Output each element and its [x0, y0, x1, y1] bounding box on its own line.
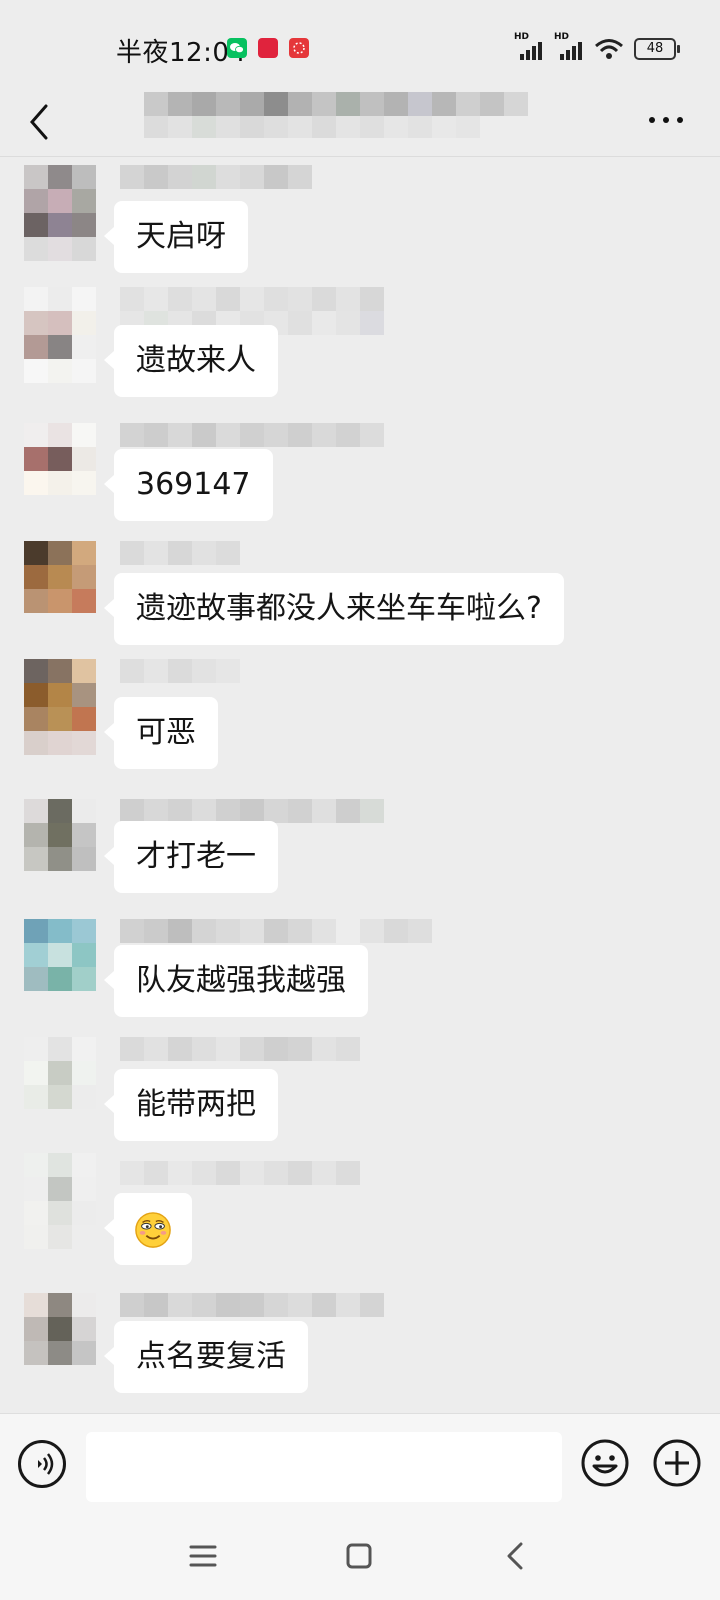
message-bubble[interactable]: 可恶 [104, 697, 218, 769]
avatar[interactable] [24, 541, 96, 637]
battery-icon: 48 [634, 38, 680, 60]
system-navigation-bar [0, 1513, 720, 1600]
message-list[interactable]: 天启呀 遗故来人 369147 遗迹故事都没人来坐车车啦么? 可恶 才打老一 队… [0, 157, 720, 1413]
sender-name-redacted [120, 1037, 360, 1061]
message-text: 369147 [136, 467, 251, 502]
message-bubble[interactable]: 队友越强我越强 [104, 945, 368, 1017]
sender-name-redacted [120, 799, 384, 823]
battery-level: 48 [646, 41, 664, 56]
message-text: 天启呀 [136, 219, 226, 254]
message-text: 遗故来人 [136, 343, 256, 378]
sender-name-redacted [120, 541, 240, 565]
sender-name-redacted [120, 1293, 384, 1317]
app-notification-icon [289, 38, 309, 58]
chat-header [0, 92, 720, 157]
avatar[interactable] [24, 287, 96, 383]
avatar[interactable] [24, 423, 96, 519]
avatar[interactable] [24, 1037, 96, 1133]
message-text: 遗迹故事都没人来坐车车啦么? [136, 591, 542, 626]
message-text: 可恶 [136, 715, 196, 750]
chat-input-bar [0, 1413, 720, 1514]
avatar[interactable] [24, 659, 96, 755]
message-text: 能带两把 [136, 1087, 256, 1122]
message-text: 点名要复活 [136, 1339, 286, 1374]
message-bubble[interactable]: 天启呀 [104, 201, 248, 273]
app-notification-icon [258, 38, 278, 58]
signal-icon: HD [514, 32, 544, 60]
network-type-label: HD [554, 32, 570, 42]
message-bubble[interactable]: 才打老一 [104, 821, 278, 893]
sender-name-redacted [120, 287, 384, 311]
status-bar: 半夜12:04 HD HD 48 [0, 0, 720, 92]
network-type-label: HD [514, 32, 530, 42]
avatar[interactable] [24, 1153, 96, 1249]
message-bubble[interactable]: 点名要复活 [104, 1321, 308, 1393]
sender-name-redacted [120, 423, 384, 447]
wechat-notification-icon [227, 38, 247, 58]
message-text: 队友越强我越强 [136, 963, 346, 998]
voice-icon[interactable] [18, 1440, 66, 1488]
chat-title-redacted [144, 92, 554, 138]
more-horizontal-icon[interactable] [646, 110, 686, 130]
message-bubble[interactable]: 遗迹故事都没人来坐车车啦么? [104, 573, 564, 645]
back-icon[interactable] [504, 1541, 526, 1571]
message-bubble[interactable]: 369147 [104, 449, 273, 521]
sender-name-redacted [120, 919, 432, 943]
signal-icon: HD [554, 32, 584, 60]
message-text: 才打老一 [136, 839, 256, 874]
sender-name-redacted [120, 165, 312, 189]
message-input[interactable] [86, 1432, 562, 1502]
avatar[interactable] [24, 1293, 96, 1389]
avatar[interactable] [24, 919, 96, 1015]
wifi-icon [595, 39, 623, 59]
chevron-left-icon[interactable] [22, 100, 62, 144]
message-bubble[interactable] [104, 1193, 192, 1265]
menu-icon[interactable] [188, 1543, 218, 1569]
sender-name-redacted [120, 659, 240, 683]
smirk-face-emoji [135, 1211, 171, 1248]
avatar[interactable] [24, 799, 96, 895]
sender-name-redacted [120, 1161, 360, 1185]
plus-circle-icon[interactable] [652, 1438, 702, 1488]
emoji-icon[interactable] [580, 1438, 630, 1488]
message-bubble[interactable]: 遗故来人 [104, 325, 278, 397]
avatar[interactable] [24, 165, 96, 261]
home-icon[interactable] [346, 1543, 372, 1569]
message-bubble[interactable]: 能带两把 [104, 1069, 278, 1141]
